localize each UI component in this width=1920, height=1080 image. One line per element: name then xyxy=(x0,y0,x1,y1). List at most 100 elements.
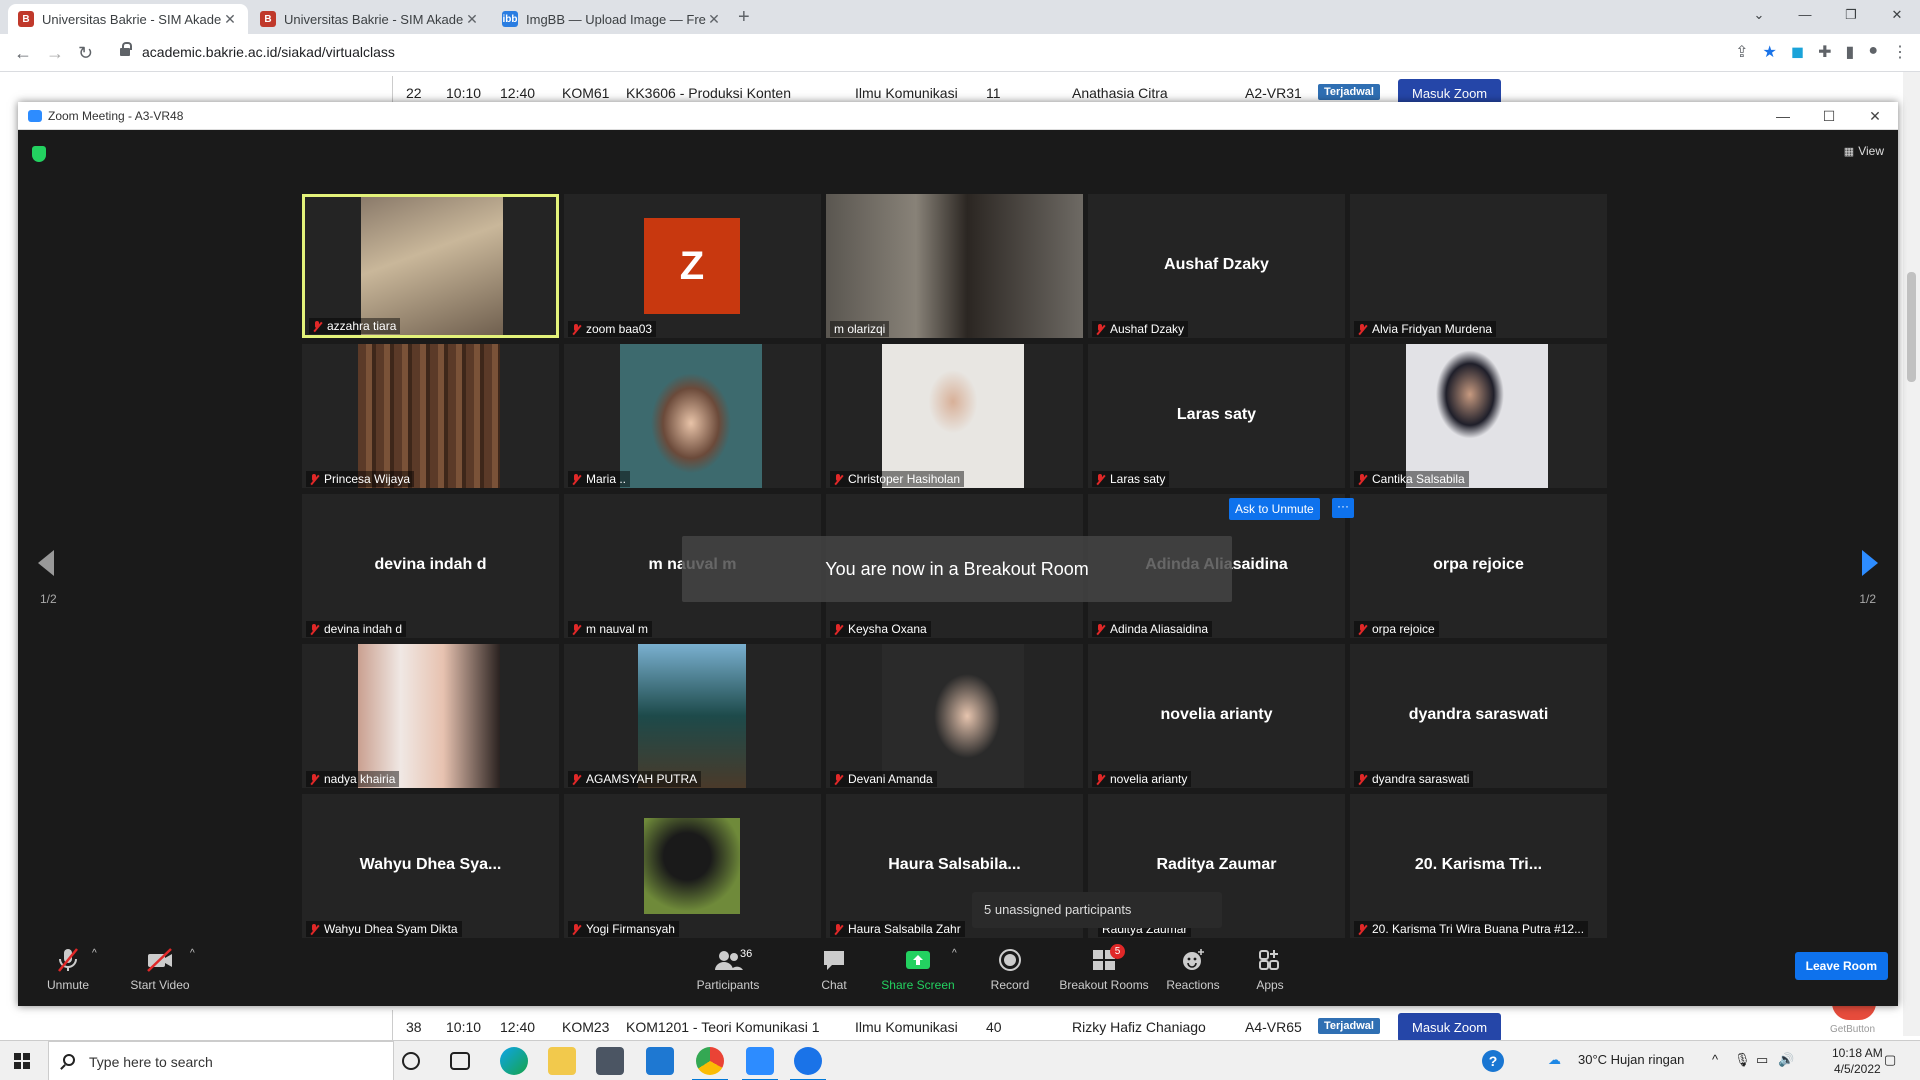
video-tile-devina-indah-d[interactable]: devina indah d devina indah d xyxy=(302,494,559,638)
participant-name-label: Haura Salsabila Zahr xyxy=(830,921,965,937)
minimize-icon[interactable]: — xyxy=(1782,0,1828,34)
forward-icon[interactable]: → xyxy=(46,43,64,64)
video-tile-wahyu-dhea-syam-dikta[interactable]: Wahyu Dhea Sya... Wahyu Dhea Syam Dikta xyxy=(302,794,559,938)
page-scrollbar[interactable] xyxy=(1903,72,1920,1036)
video-tile-alvia-fridyan-murdena[interactable]: Alvia Fridyan Murdena xyxy=(1350,194,1607,338)
leave-room-button[interactable]: Leave Room xyxy=(1794,952,1888,980)
video-tile-laras-saty[interactable]: Laras saty Laras saty xyxy=(1088,344,1345,488)
video-tile-zoom-baa03[interactable]: Z zoom baa03 xyxy=(564,194,821,338)
class-table-row: 38 10:10 12:40 KOM23 KOM1201 - Teori Kom… xyxy=(0,1010,1920,1044)
ask-to-unmute-button[interactable]: Ask to Unmute xyxy=(1229,498,1320,520)
back-icon[interactable]: ← xyxy=(14,43,32,64)
share-icon[interactable]: ⇪ xyxy=(1735,42,1748,62)
video-tile-yogi-firmansyah[interactable]: Yogi Firmansyah xyxy=(564,794,821,938)
help-icon[interactable]: ? xyxy=(1482,1050,1504,1072)
extension-icon[interactable]: ◼ xyxy=(1791,42,1804,62)
previous-page-arrow-icon[interactable] xyxy=(38,550,54,576)
video-tile-cantika-salsabila[interactable]: Cantika Salsabila xyxy=(1350,344,1607,488)
chrome-icon[interactable] xyxy=(692,1047,728,1080)
extensions-puzzle-icon[interactable]: ✚ xyxy=(1818,42,1831,62)
muted-mic-icon xyxy=(40,946,96,974)
notification-center-icon[interactable]: ▢ xyxy=(1884,1052,1896,1068)
row-number: 22 xyxy=(406,85,422,101)
zoom-app-icon[interactable] xyxy=(742,1047,778,1080)
close-tab-icon[interactable]: ✕ xyxy=(222,11,238,28)
video-tile-maria[interactable]: Maria .. xyxy=(564,344,821,488)
join-zoom-button[interactable]: Masuk Zoom xyxy=(1398,1013,1502,1042)
next-page-arrow-icon[interactable] xyxy=(1862,550,1878,576)
weather-text[interactable]: 30°C Hujan ringan xyxy=(1578,1052,1684,1067)
task-view-icon[interactable] xyxy=(450,1052,470,1070)
audio-options-caret-icon[interactable]: ^ xyxy=(92,948,97,959)
breakout-rooms-button[interactable]: 5 Breakout Rooms xyxy=(1056,944,1152,992)
record-icon xyxy=(984,946,1036,974)
status-badge: Terjadwal xyxy=(1318,84,1380,100)
muted-mic-icon xyxy=(572,773,580,785)
video-options-caret-icon[interactable]: ^ xyxy=(190,948,195,959)
video-tile-devani-amanda[interactable]: Devani Amanda xyxy=(826,644,1083,788)
edge-icon[interactable] xyxy=(500,1047,528,1075)
muted-mic-icon xyxy=(1358,323,1366,335)
video-tile-princesa-wijaya[interactable]: Princesa Wijaya xyxy=(302,344,559,488)
windows-start-icon[interactable] xyxy=(14,1053,30,1069)
teamviewer-icon[interactable] xyxy=(790,1047,826,1080)
video-tile-aushaf-dzaky[interactable]: Aushaf Dzaky Aushaf Dzaky xyxy=(1088,194,1345,338)
apps-button[interactable]: Apps xyxy=(1250,946,1290,992)
taskbar-search-box[interactable]: Type here to search xyxy=(48,1041,394,1080)
bookmark-star-icon[interactable]: ★ xyxy=(1762,42,1776,62)
scrollbar-thumb[interactable] xyxy=(1907,272,1916,382)
view-button[interactable]: ▦ View xyxy=(1844,144,1884,158)
close-icon[interactable]: ✕ xyxy=(1852,102,1898,130)
unmute-button[interactable]: Unmute xyxy=(40,946,96,992)
file-explorer-icon[interactable] xyxy=(548,1047,576,1075)
maximize-icon[interactable]: ☐ xyxy=(1806,102,1852,130)
volume-icon[interactable]: 🔊 xyxy=(1778,1052,1794,1068)
close-icon[interactable]: ✕ xyxy=(1874,0,1920,34)
imgbb-logo-icon: ibb xyxy=(502,11,518,27)
participants-button[interactable]: 36 Participants xyxy=(690,946,766,992)
tile-more-options-button[interactable]: ··· xyxy=(1332,498,1354,518)
start-video-button[interactable]: Start Video xyxy=(122,946,198,992)
browser-tab-2[interactable]: B Universitas Bakrie - SIM Akadem ✕ xyxy=(250,4,490,34)
muted-mic-icon xyxy=(310,923,318,935)
microsoft-store-icon[interactable] xyxy=(596,1047,624,1075)
tab-search-icon[interactable]: ⌄ xyxy=(1736,0,1782,34)
breakout-rooms-label: Breakout Rooms xyxy=(1059,978,1149,992)
chat-button[interactable]: Chat xyxy=(814,946,854,992)
video-tile-agamsyah-putra[interactable]: AGAMSYAH PUTRA xyxy=(564,644,821,788)
browser-tab-3[interactable]: ibb ImgBB — Upload Image — Free ✕ xyxy=(492,4,732,34)
system-clock[interactable]: 10:18 AM 4/5/2022 xyxy=(1832,1045,1883,1077)
network-icon[interactable]: ▭ xyxy=(1756,1052,1768,1068)
video-tile-novelia-arianty[interactable]: novelia arianty novelia arianty xyxy=(1088,644,1345,788)
reload-icon[interactable]: ↻ xyxy=(78,43,93,64)
microphone-icon[interactable]: 🎙 xyxy=(1734,1052,1751,1068)
close-tab-icon[interactable]: ✕ xyxy=(706,11,722,28)
video-tile-azzahra-tiara[interactable]: azzahra tiara xyxy=(302,194,559,338)
video-tile-m-olarizqi[interactable]: m olarizqi xyxy=(826,194,1083,338)
encryption-shield-icon[interactable] xyxy=(32,146,46,162)
row-lecturer: Rizky Hafiz Chaniago xyxy=(1072,1019,1206,1035)
url-field[interactable]: academic.bakrie.ac.id/siakad/virtualclas… xyxy=(142,44,395,60)
muted-mic-icon xyxy=(834,923,842,935)
video-tile-nadya-khairia[interactable]: nadya khairia xyxy=(302,644,559,788)
share-screen-button[interactable]: Share Screen xyxy=(880,946,956,992)
video-tile-christoper-hasiholan[interactable]: Christoper Hasiholan xyxy=(826,344,1083,488)
minimize-icon[interactable]: — xyxy=(1760,102,1806,130)
row-count: 11 xyxy=(986,85,1001,101)
video-tile-orpa-rejoice[interactable]: orpa rejoice orpa rejoice xyxy=(1350,494,1607,638)
share-options-caret-icon[interactable]: ^ xyxy=(952,948,957,959)
restore-icon[interactable]: ❐ xyxy=(1828,0,1874,34)
reactions-button[interactable]: Reactions xyxy=(1162,946,1224,992)
browser-tab-1[interactable]: B Universitas Bakrie - SIM Akadem ✕ xyxy=(8,4,248,34)
record-button[interactable]: Record xyxy=(984,946,1036,992)
mail-icon[interactable] xyxy=(646,1047,674,1075)
video-tile-karisma-tri-wira[interactable]: 20. Karisma Tri... 20. Karisma Tri Wira … xyxy=(1350,794,1607,938)
video-tile-dyandra-saraswati[interactable]: dyandra saraswati dyandra saraswati xyxy=(1350,644,1607,788)
side-panel-icon[interactable]: ▮ xyxy=(1846,42,1855,62)
close-tab-icon[interactable]: ✕ xyxy=(464,11,480,28)
menu-kebab-icon[interactable]: ⋮ xyxy=(1892,42,1908,62)
profile-avatar-icon[interactable]: ● xyxy=(1868,42,1878,62)
cortana-icon[interactable] xyxy=(402,1052,420,1070)
new-tab-icon[interactable]: + xyxy=(738,6,750,29)
show-hidden-icons-icon[interactable]: ^ xyxy=(1712,1052,1718,1067)
